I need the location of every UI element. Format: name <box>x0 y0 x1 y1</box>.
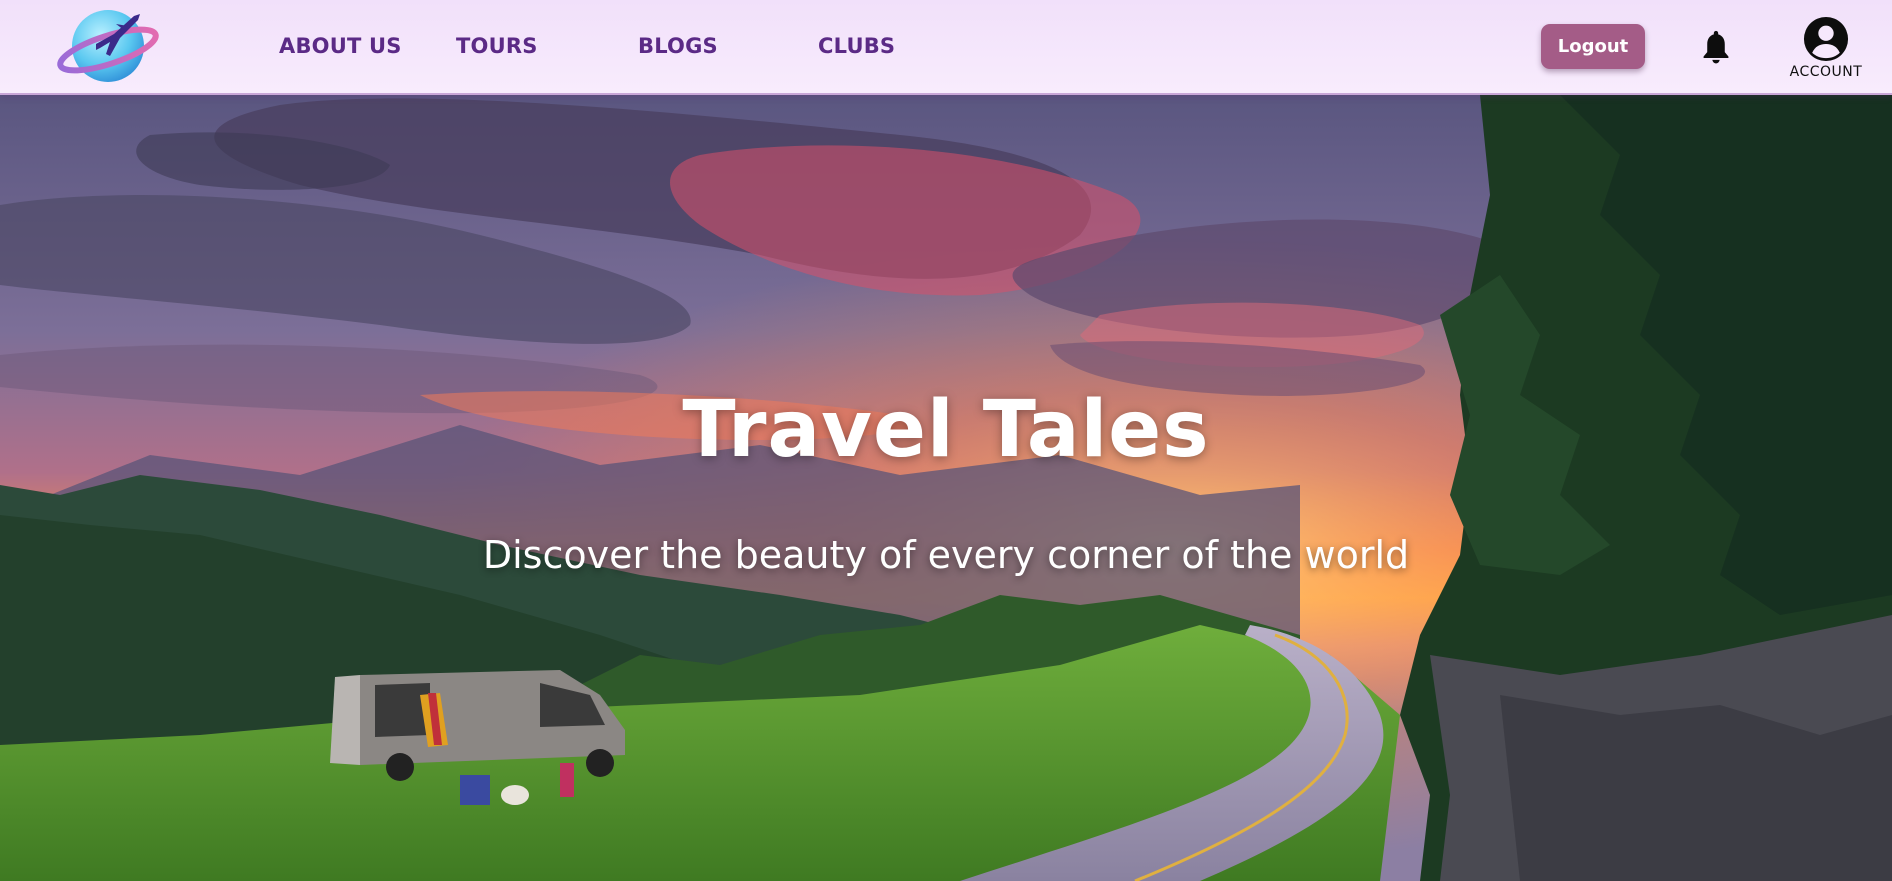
airplane-globe-logo-icon <box>57 10 159 82</box>
nav-tours[interactable]: TOURS <box>456 34 538 58</box>
hero-banner: Travel Tales Discover the beauty of ever… <box>0 95 1892 881</box>
user-circle-icon <box>1803 16 1849 62</box>
account-label: ACCOUNT <box>1789 64 1863 80</box>
site-logo[interactable] <box>56 4 162 84</box>
nav-about-us[interactable]: ABOUT US <box>279 34 402 58</box>
nav-clubs[interactable]: CLUBS <box>818 34 895 58</box>
nav-blogs[interactable]: BLOGS <box>638 34 718 58</box>
logout-button[interactable]: Logout <box>1541 24 1645 69</box>
top-navbar: ABOUT US TOURS BLOGS CLUBS Logout ACCOUN… <box>0 0 1892 95</box>
hero-subtitle: Discover the beauty of every corner of t… <box>482 533 1410 577</box>
notifications-button[interactable] <box>1698 28 1734 66</box>
bell-icon <box>1703 30 1729 64</box>
hero-title: Travel Tales <box>682 385 1210 475</box>
hero-background-image <box>0 95 1892 881</box>
account-button[interactable]: ACCOUNT <box>1780 16 1872 82</box>
